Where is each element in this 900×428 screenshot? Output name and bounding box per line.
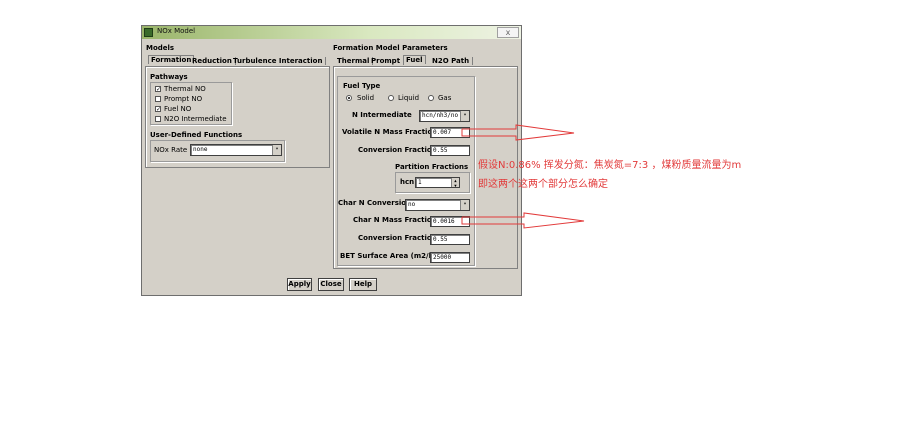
chevron-down-icon[interactable]: ▾: [460, 200, 469, 210]
nox-rate-label: NOx Rate: [154, 146, 188, 154]
char-n-conversion-label: Char N Conversion: [338, 199, 412, 207]
nox-rate-select[interactable]: none ▾: [190, 144, 282, 156]
thermal-no-label: Thermal NO: [164, 85, 206, 93]
spin-arrows-icon[interactable]: ▲ ▼: [451, 178, 459, 187]
liquid-label: Liquid: [398, 94, 420, 102]
n-intermediate-label: N Intermediate: [352, 111, 412, 119]
partition-fractions-heading: Partition Fractions: [395, 163, 469, 171]
conversion-fraction-input[interactable]: 0.55: [430, 145, 470, 156]
tab-prompt[interactable]: Prompt: [371, 57, 405, 65]
pathways-heading: Pathways: [150, 73, 188, 81]
annotation-text-1: 假设N:0.86% 挥发分氮：焦炭氮=7:3 ，煤粉质量流量为m: [478, 160, 742, 171]
char-n-conversion-select[interactable]: no ▾: [405, 199, 470, 211]
spin-down-icon[interactable]: ▼: [454, 183, 456, 187]
char-n-conversion-value: no: [408, 201, 416, 208]
tab-n2o-path[interactable]: N2O Path: [432, 57, 474, 65]
tab-thermal[interactable]: Thermal: [337, 57, 374, 65]
help-button[interactable]: Help: [349, 278, 377, 291]
hcn-input[interactable]: 1 ▲ ▼: [415, 177, 460, 188]
app-icon: [144, 28, 153, 37]
tab-fuel[interactable]: Fuel: [403, 55, 426, 64]
annotation-arrow-char: [461, 212, 585, 229]
nox-rate-value: none: [193, 146, 208, 153]
chevron-down-icon[interactable]: ▾: [460, 111, 469, 121]
tab-reduction[interactable]: Reduction: [192, 57, 236, 65]
close-button[interactable]: Close: [318, 278, 344, 291]
n-intermediate-value: hcn/nh3/no: [422, 112, 459, 119]
volatile-n-mass-fraction-label: Volatile N Mass Fraction: [342, 128, 438, 136]
gas-label: Gas: [438, 94, 452, 102]
n2o-intermediate-label: N2O Intermediate: [164, 115, 227, 123]
bet-surface-area-label: BET Surface Area (m2/kg): [340, 252, 442, 260]
models-heading: Models: [146, 44, 175, 52]
n-intermediate-select[interactable]: hcn/nh3/no ▾: [419, 110, 470, 122]
hcn-value: 1: [418, 179, 422, 186]
formation-params-heading: Formation Model Parameters: [333, 44, 448, 52]
liquid-radio[interactable]: [388, 95, 394, 101]
fuel-no-checkbox[interactable]: ✓: [155, 106, 161, 113]
solid-radio[interactable]: [346, 95, 352, 101]
window-title: NOx Model: [157, 27, 196, 35]
bet-surface-area-input[interactable]: 25000: [430, 252, 470, 263]
hcn-label: hcn: [400, 178, 415, 186]
tab-turbulence-interaction[interactable]: Turbulence Interaction: [233, 57, 327, 65]
chevron-down-icon[interactable]: ▾: [272, 145, 281, 155]
prompt-no-checkbox[interactable]: [155, 96, 161, 102]
n2o-intermediate-checkbox[interactable]: [155, 116, 161, 122]
solid-label: Solid: [357, 94, 375, 102]
tab-formation[interactable]: Formation: [148, 55, 195, 64]
conversion-fraction-label: Conversion Fraction: [358, 146, 437, 154]
char-n-mass-fraction-label: Char N Mass Fraction: [353, 216, 437, 224]
close-window-icon[interactable]: x: [497, 27, 519, 38]
fuel-type-heading: Fuel Type: [343, 82, 381, 90]
gas-radio[interactable]: [428, 95, 434, 101]
apply-button[interactable]: Apply: [287, 278, 312, 291]
fuel-no-label: Fuel NO: [164, 105, 192, 113]
thermal-no-checkbox[interactable]: ✓: [155, 86, 161, 93]
conversion-fraction-2-label: Conversion Fraction: [358, 234, 437, 242]
annotation-text-2: 即这两个这两个部分怎么确定: [478, 179, 608, 190]
title-bar: NOx Model: [142, 26, 521, 39]
annotation-arrow-volatile: [461, 124, 575, 141]
conversion-fraction-2-input[interactable]: 0.55: [430, 234, 470, 245]
prompt-no-label: Prompt NO: [164, 95, 203, 103]
udf-heading: User-Defined Functions: [150, 131, 243, 139]
